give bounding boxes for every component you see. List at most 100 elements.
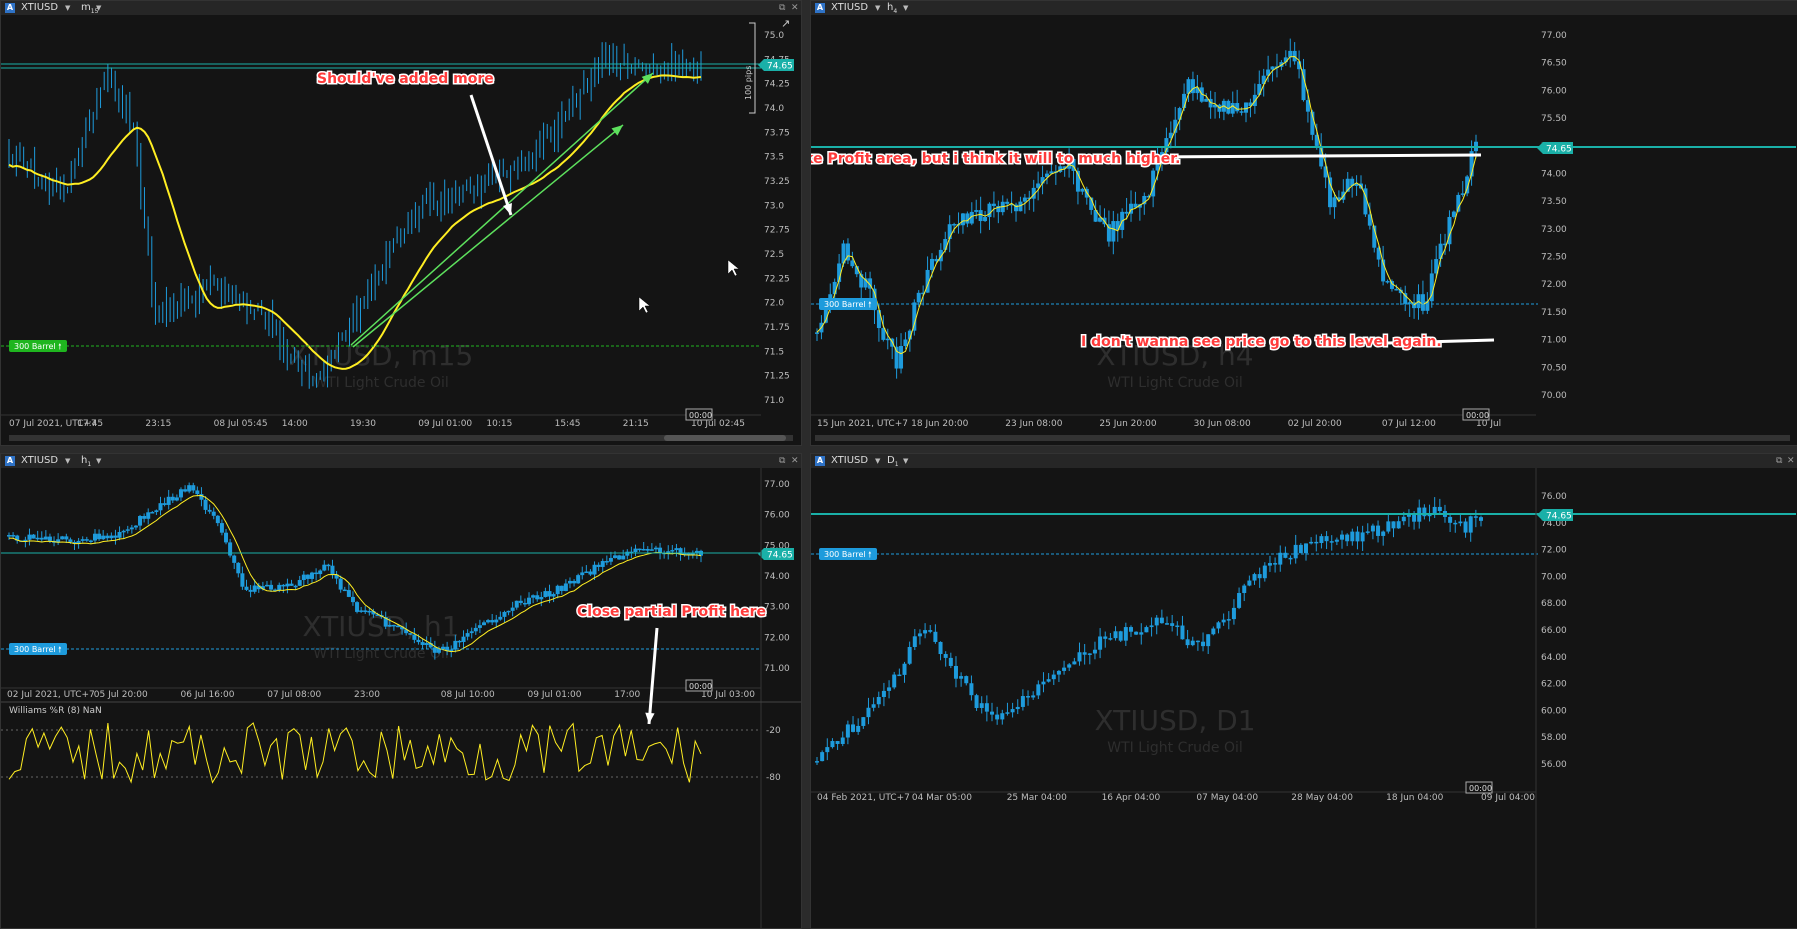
candle-body <box>1288 557 1293 560</box>
candle-body <box>1273 563 1278 565</box>
candle-body <box>835 741 840 744</box>
candle-body <box>1365 531 1370 533</box>
candle-body <box>43 536 48 540</box>
candle-body <box>1394 288 1399 291</box>
candle-body <box>469 631 474 634</box>
symbol-selector[interactable]: XTIUSD <box>21 1 58 15</box>
candle-body <box>1221 619 1226 623</box>
chart-canvas[interactable]: XTIUSD, m15 WTI Light Crude Oil 300 Barrel… <box>1 15 801 445</box>
chevron-down-icon[interactable]: ▼ <box>903 1 908 15</box>
candle-body <box>1031 695 1036 698</box>
candle-body <box>1319 536 1324 543</box>
horizontal-scrollbar[interactable] <box>815 435 1790 441</box>
panel-header: A XTIUSD ▼ h4 ▼ <box>811 1 1797 15</box>
y-tick-label: 70.00 <box>1541 572 1567 582</box>
candle-body <box>1453 522 1458 525</box>
candle-body <box>1149 625 1154 628</box>
candle-body <box>1355 531 1360 542</box>
chart-panel-h1[interactable]: A XTIUSD ▼ h1 ▼ ⧉ ✕ XTIUSD, h1 WTI Light … <box>0 453 802 929</box>
candle-body <box>1267 563 1272 566</box>
candle-body <box>297 580 302 586</box>
y-tick-label: 77.00 <box>1541 31 1567 41</box>
candle-body <box>637 548 642 551</box>
symbol-badge-icon: A <box>5 3 15 13</box>
chevron-down-icon[interactable]: ▼ <box>96 1 101 15</box>
annotation-arrowhead <box>503 203 512 215</box>
chart-canvas[interactable]: XTIUSD, h4WTI Light Crude Oil300 Barrel … <box>811 15 1797 445</box>
candle-body <box>105 535 110 539</box>
chevron-down-icon[interactable]: ▼ <box>65 454 70 468</box>
candle-body <box>1463 521 1468 533</box>
candle-body <box>1252 574 1257 581</box>
candle-body <box>929 258 934 270</box>
annotation-arrow <box>647 627 659 725</box>
close-icon[interactable]: ✕ <box>791 454 799 468</box>
popout-icon[interactable]: ⧉ <box>779 1 785 15</box>
candle-body <box>424 643 429 645</box>
candle-body <box>1479 517 1483 521</box>
x-tick-label: 05 Jul 20:00 <box>94 690 148 700</box>
candle-body <box>138 515 143 526</box>
candle-body <box>617 555 622 560</box>
candle-body <box>567 580 572 584</box>
chevron-down-icon[interactable]: ▼ <box>875 454 880 468</box>
candle-body <box>887 687 892 691</box>
candle-body <box>1204 98 1209 102</box>
candle-body <box>387 624 392 627</box>
candle-body <box>1345 534 1350 542</box>
candle-body <box>535 595 540 600</box>
watermark-description: WTI Light Crude Oil <box>1107 740 1243 756</box>
indicator-level-label: -80 <box>766 773 781 783</box>
candle-body <box>850 260 855 267</box>
chart-canvas[interactable]: XTIUSD, D1 WTI Light Crude Oil 300 Barrel … <box>811 468 1797 928</box>
chart-panel-d1[interactable]: A XTIUSD ▼ D1 ▼ ⧉ ✕ XTIUSD, D1 WTI Light … <box>810 453 1797 929</box>
chevron-down-icon[interactable]: ▼ <box>875 1 880 15</box>
barrel-badge-label: 300 Barrel 🠕 <box>824 300 872 309</box>
candle-body <box>1005 712 1010 714</box>
symbol-badge-icon: A <box>5 456 15 466</box>
candle-body <box>1111 221 1116 242</box>
y-tick-label: 72.75 <box>764 226 790 236</box>
close-icon[interactable]: ✕ <box>1787 454 1795 468</box>
chart-panel-h4[interactable]: A XTIUSD ▼ h4 ▼ XTIUSD, h4 WTI Light Crud… <box>810 0 1797 446</box>
y-tick-label: 66.00 <box>1541 626 1567 636</box>
candle-body <box>289 583 294 586</box>
candle-body <box>1298 544 1303 554</box>
y-tick-label: 71.00 <box>764 664 790 674</box>
candle-body <box>113 535 118 538</box>
candle-body <box>1334 539 1339 542</box>
candle-body <box>871 704 876 708</box>
timer-label: 00:00 <box>1466 411 1489 420</box>
symbol-selector[interactable]: XTIUSD <box>21 454 58 468</box>
candle-body <box>154 510 159 513</box>
candle-body <box>1026 696 1031 698</box>
candle-body <box>894 346 899 369</box>
candle-body <box>248 589 253 592</box>
chevron-down-icon[interactable]: ▼ <box>96 454 101 468</box>
scrollbar-thumb[interactable] <box>664 435 786 441</box>
chevron-down-icon[interactable]: ▼ <box>65 1 70 15</box>
popout-icon[interactable]: ⧉ <box>779 454 785 468</box>
chevron-down-icon[interactable]: ▼ <box>903 454 908 468</box>
x-tick-label: 23:00 <box>354 690 380 700</box>
horizontal-scrollbar[interactable] <box>9 435 793 441</box>
close-icon[interactable]: ✕ <box>791 1 799 15</box>
candle-body <box>285 583 290 587</box>
symbol-selector[interactable]: XTIUSD <box>831 1 868 15</box>
y-tick-label: 72.00 <box>1541 280 1567 290</box>
annotation-line <box>1138 153 1482 159</box>
popout-icon[interactable]: ⧉ <box>1776 454 1782 468</box>
y-tick-label: 71.75 <box>764 323 790 333</box>
candle-body <box>876 696 881 705</box>
candle-body <box>984 703 989 712</box>
y-tick-label: 74.25 <box>764 80 790 90</box>
annotation-arrowhead <box>611 125 623 136</box>
candle-body <box>88 540 93 543</box>
candle-body <box>1473 516 1478 518</box>
symbol-selector[interactable]: XTIUSD <box>831 454 868 468</box>
chart-canvas[interactable]: XTIUSD, h1 WTI Light Crude Oil 300 Barrel … <box>1 468 801 928</box>
candle-body <box>211 511 216 516</box>
candle-body <box>1082 652 1087 655</box>
candle-body <box>938 641 943 655</box>
chart-panel-m15[interactable]: A XTIUSD ▼ m15 ▼ ⧉ ✕ XTIUSD, m15 WTI Ligh… <box>0 0 802 446</box>
